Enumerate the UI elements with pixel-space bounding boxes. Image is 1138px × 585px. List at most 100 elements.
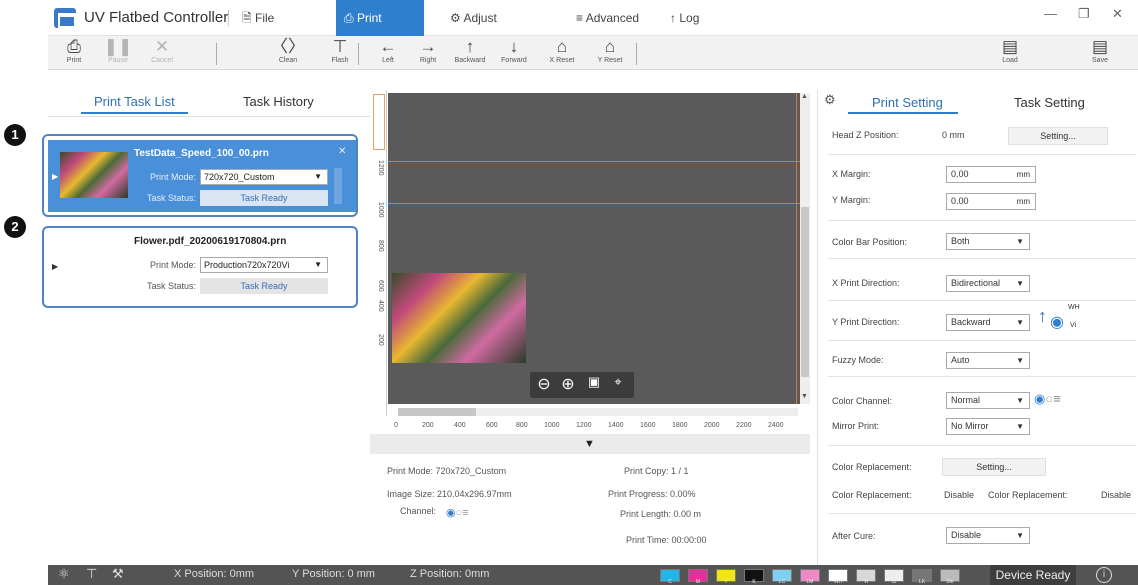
- vi-label: Vi: [1070, 322, 1077, 329]
- ink-level-lc: LC: [772, 569, 792, 585]
- cancel-button[interactable]: ✕ Cancel: [140, 37, 184, 66]
- info-collapse-bar[interactable]: ▼: [370, 434, 810, 454]
- info-icon[interactable]: i: [1096, 567, 1112, 583]
- ink-label: C: [668, 579, 672, 585]
- home-y-icon: ⌂: [604, 37, 616, 56]
- flash-button[interactable]: ⊤ Flash: [318, 37, 362, 66]
- canvas-horizontal-scrollbar[interactable]: [398, 408, 798, 416]
- print-order-icon: ◉: [1050, 314, 1064, 331]
- ink-level-lm: LM: [800, 569, 820, 585]
- close-icon[interactable]: ✕: [1112, 6, 1123, 22]
- advanced-icon: ≡: [576, 11, 586, 25]
- menu-advanced[interactable]: ≡ Advanced: [568, 0, 647, 36]
- file-icon: 🗎: [242, 11, 255, 25]
- move-backward-button[interactable]: ↑ Backward: [448, 37, 492, 66]
- print-image-preview[interactable]: [392, 273, 526, 363]
- app-title: UV Flatbed Controller: [84, 9, 229, 26]
- clean-button[interactable]: 〈〉 Clean: [266, 37, 310, 66]
- info-print-time: Print Time: 00:00:00: [626, 535, 707, 545]
- info-print-copy: Print Copy: 1 / 1: [624, 466, 689, 476]
- device-status: Device Ready: [990, 565, 1076, 585]
- load-button[interactable]: ▤ Load: [988, 37, 1032, 66]
- tab-print-setting[interactable]: Print Setting: [872, 95, 943, 110]
- menu-adjust[interactable]: ⚙ Adjust: [442, 0, 505, 36]
- save-icon: ▤: [1091, 37, 1109, 56]
- restore-icon[interactable]: ❐: [1078, 6, 1090, 22]
- zoom-in-icon[interactable]: ⊕: [556, 374, 580, 394]
- ruler-tick: 800: [377, 240, 384, 252]
- after-cure-select[interactable]: Disable ▼: [946, 527, 1030, 544]
- ruler-tick: 2000: [704, 422, 720, 429]
- y-margin-input[interactable]: 0.00 mm: [946, 193, 1036, 210]
- x-direction-select[interactable]: Bidirectional ▼: [946, 275, 1030, 292]
- menu-log[interactable]: ↑ Log: [662, 0, 707, 36]
- ink-label: Y: [724, 579, 728, 585]
- minimize-icon[interactable]: —: [1044, 6, 1057, 21]
- color-bar-select[interactable]: Both ▼: [946, 233, 1030, 250]
- callout-badge: 1: [4, 124, 26, 146]
- color-ring-icon: ◉: [446, 507, 456, 519]
- x-margin-input[interactable]: 0.00 mm: [946, 166, 1036, 183]
- canvas-vertical-scrollbar[interactable]: ▲ ▼: [800, 93, 810, 404]
- y-direction-select[interactable]: Backward ▼: [946, 314, 1030, 331]
- toolbar-divider: [358, 43, 359, 65]
- dropdown-arrow-icon: ▼: [1016, 531, 1024, 540]
- settings-gear-icon: ⚙: [824, 92, 836, 107]
- dropdown-arrow-icon: ▼: [1016, 279, 1024, 288]
- ruler-tick: 1000: [377, 202, 384, 218]
- color-replacement-status-2: Disable: [1101, 490, 1132, 500]
- guide-line: [796, 93, 797, 405]
- scroll-up-icon[interactable]: ▲: [801, 93, 808, 100]
- ruler-tick: 1800: [672, 422, 688, 429]
- menu-print[interactable]: ⎙ Print: [336, 0, 424, 36]
- ink-label: Cl: [891, 579, 897, 585]
- color-replacement-setting-button[interactable]: Setting...: [942, 458, 1046, 476]
- divider: [828, 513, 1136, 514]
- guide-line: [388, 161, 800, 162]
- scroll-thumb[interactable]: [398, 408, 476, 416]
- varnish-icon: ≡: [1053, 391, 1061, 406]
- actual-size-icon[interactable]: ⌖: [606, 374, 630, 390]
- info-channel-label: Channel:: [400, 506, 437, 516]
- divider: [828, 376, 1136, 377]
- tab-task-setting[interactable]: Task Setting: [1014, 95, 1085, 110]
- load-icon: ▤: [1001, 37, 1019, 56]
- toolbar: ⎙ Print ❚❚ Pause ✕ Cancel 〈〉 Clean ⊤ Flash ← L…: [48, 36, 1138, 70]
- x-direction-label: X Print Direction:: [832, 278, 900, 288]
- head-z-value: 0 mm: [942, 130, 965, 140]
- move-left-button[interactable]: ← Left: [366, 37, 410, 66]
- pause-button[interactable]: ❚❚ Pause: [96, 37, 140, 66]
- collapse-arrow-icon[interactable]: ▼: [584, 438, 595, 450]
- head-z-setting-button[interactable]: Setting...: [1008, 127, 1108, 145]
- settings-panel: ⚙ Print Setting Task Setting Head Z Posi…: [817, 90, 1138, 565]
- y-direction-label: Y Print Direction:: [832, 317, 900, 327]
- print-canvas[interactable]: [388, 93, 800, 405]
- fit-screen-icon[interactable]: ▣: [582, 374, 606, 390]
- scroll-thumb[interactable]: [801, 207, 809, 377]
- color-channel-select[interactable]: Normal ▼: [946, 392, 1030, 409]
- dropdown-arrow-icon: ▼: [1016, 356, 1024, 365]
- fuzzy-mode-label: Fuzzy Mode:: [832, 355, 884, 365]
- tab-print-task-list[interactable]: Print Task List: [94, 94, 175, 109]
- scroll-down-icon[interactable]: ▼: [801, 393, 808, 400]
- move-right-button[interactable]: → Right: [406, 37, 450, 66]
- y-reset-button[interactable]: ⌂ Y Reset: [588, 37, 632, 66]
- x-reset-button[interactable]: ⌂ X Reset: [540, 37, 584, 66]
- active-tab-indicator: [848, 112, 958, 114]
- after-cure-label: After Cure:: [832, 531, 876, 541]
- dropdown-arrow-icon: ▼: [1016, 237, 1024, 246]
- pause-icon: ❚❚: [103, 37, 133, 56]
- zoom-out-icon[interactable]: ⊖: [532, 374, 556, 394]
- y-margin-label: Y Margin:: [832, 195, 871, 205]
- print-button[interactable]: ⎙ Print: [52, 37, 96, 66]
- ink-label: WH: [833, 579, 843, 585]
- move-forward-button[interactable]: ↓ Forward: [492, 37, 536, 66]
- menu-file[interactable]: 🗎 File: [234, 0, 282, 36]
- save-button[interactable]: ▤ Save: [1078, 37, 1122, 66]
- mirror-print-select[interactable]: No Mirror ▼: [946, 418, 1030, 435]
- fuzzy-mode-select[interactable]: Auto ▼: [946, 352, 1030, 369]
- ink-level-cl: Cl: [884, 569, 904, 585]
- tab-task-history[interactable]: Task History: [243, 94, 314, 109]
- color-bar-label: Color Bar Position:: [832, 237, 908, 247]
- dropdown-arrow-icon: ▼: [1016, 396, 1024, 405]
